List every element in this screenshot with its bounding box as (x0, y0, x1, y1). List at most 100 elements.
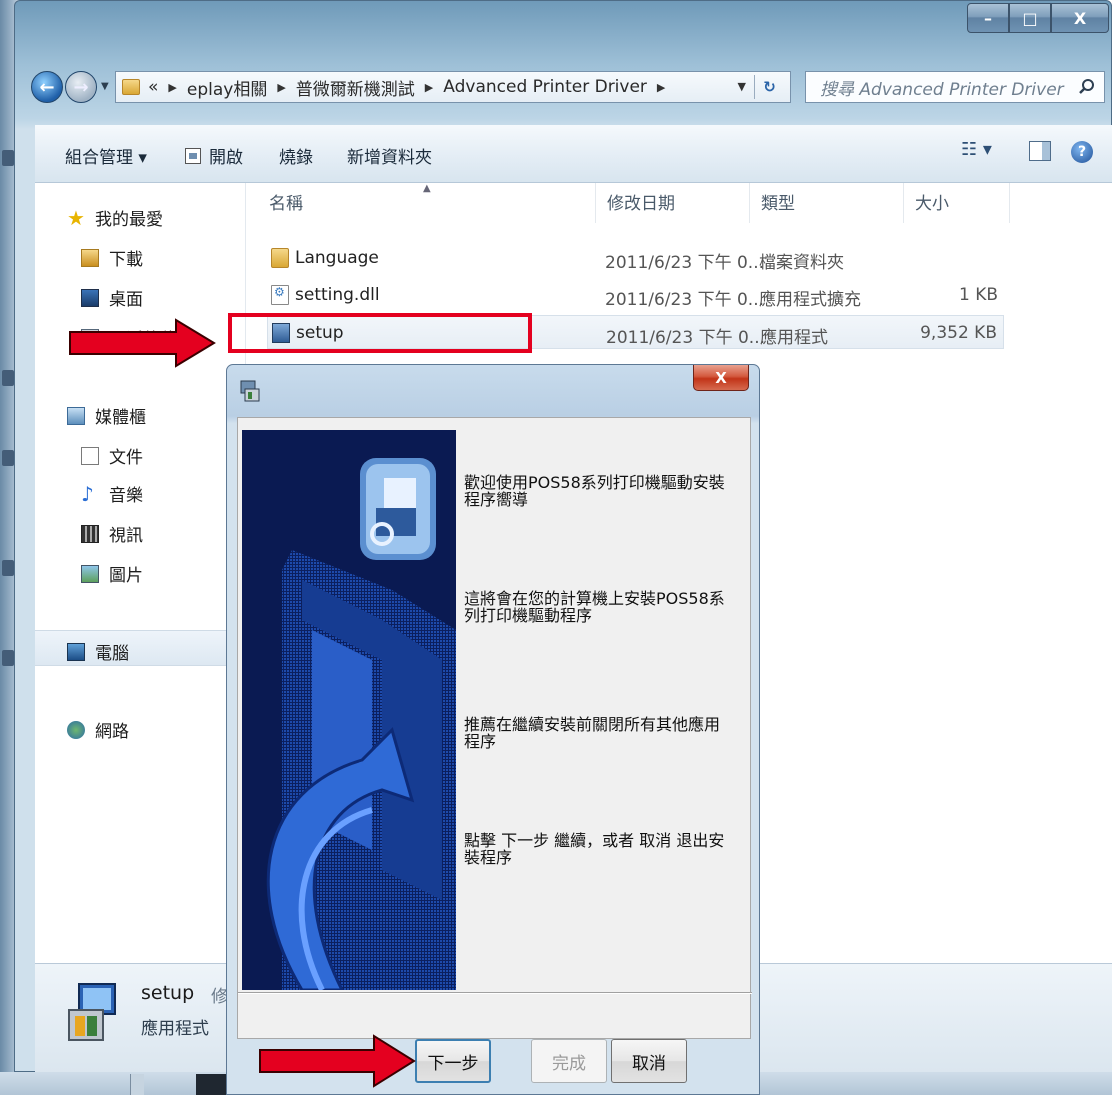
desktop-icon (81, 288, 99, 307)
desktop-icon-fragment (2, 560, 14, 576)
setup-banner-image (242, 430, 456, 990)
nav-item-libraries[interactable]: 媒體櫃 (67, 403, 146, 428)
column-header-modified[interactable]: 修改日期 (607, 189, 675, 214)
nav-item-downloads[interactable]: 下載 (81, 245, 143, 270)
breadcrumb-advanced-printer-driver[interactable]: Advanced Printer Driver (443, 77, 647, 97)
maximize-button[interactable]: □ (1009, 3, 1051, 33)
chevron-right-icon[interactable]: ▶ (277, 81, 285, 94)
downloads-folder-icon (81, 248, 99, 267)
search-input[interactable]: 搜尋 Advanced Printer Driver (805, 71, 1105, 103)
nav-label: 媒體櫃 (95, 408, 146, 428)
dialog-body: 歡迎使用POS58系列打印機驅動安裝程序嚮導 這將會在您的計算機上安裝POS58… (237, 417, 752, 1039)
libraries-icon (67, 406, 85, 425)
navigation-bar: ← → ▼ « ▶ eplay相關 ▶ 普微爾新機測試 ▶ Advanced P… (31, 67, 1107, 107)
minimize-button[interactable]: – (967, 3, 1009, 33)
nav-label: 視訊 (109, 526, 143, 546)
folder-icon (271, 248, 289, 268)
help-icon[interactable]: ? (1071, 141, 1093, 163)
chevron-down-icon[interactable]: ▼ (738, 80, 746, 93)
nav-item-music[interactable]: ♪ 音樂 (81, 481, 143, 507)
new-folder-button[interactable]: 新增資料夾 (347, 143, 432, 168)
open-button[interactable]: 開啟 (185, 143, 243, 168)
burn-label: 燒錄 (279, 148, 313, 168)
preview-pane-icon[interactable] (1029, 141, 1051, 161)
file-size: 1 KB (958, 285, 998, 305)
nav-label: 電腦 (95, 644, 129, 664)
cancel-button[interactable]: 取消 (611, 1039, 687, 1083)
command-bar: 組合管理 ▾ 開啟 燒錄 新增資料夾 ☷ ▾ ? (35, 125, 1112, 183)
dialog-close-button[interactable]: X (693, 365, 749, 391)
file-type: 應用程式 (760, 328, 828, 348)
window-controls: – □ X (967, 3, 1109, 33)
column-divider[interactable] (595, 183, 596, 223)
recommendation-text: 推薦在繼續安裝前關閉所有其他應用程序 (464, 715, 721, 751)
column-divider[interactable] (903, 183, 904, 223)
arrow-right-icon: → (73, 76, 89, 98)
nav-label: 文件 (109, 448, 143, 468)
search-icon[interactable] (1078, 78, 1096, 96)
burn-button[interactable]: 燒錄 (279, 143, 313, 168)
navigation-pane: ★我的最愛 下載 桌面 最近的位置 媒體櫃 文件 ♪音樂 視訊 圖片 電腦 網路 (35, 183, 245, 963)
column-header-type[interactable]: 類型 (761, 189, 795, 214)
search-placeholder: 搜尋 Advanced Printer Driver (820, 79, 1064, 100)
column-header-name[interactable]: 名稱 (269, 189, 303, 214)
dll-file-icon (271, 285, 289, 305)
nav-item-computer[interactable]: 電腦 (67, 639, 129, 664)
desktop-icon-fragment (2, 370, 14, 386)
nav-item-favorites[interactable]: ★ 我的最愛 (67, 205, 163, 231)
chevron-right-icon[interactable]: ▶ (657, 81, 665, 94)
next-button[interactable]: 下一步 (415, 1039, 491, 1083)
file-modified: 2011/6/23 下午 0... (605, 253, 765, 273)
new-folder-label: 新增資料夾 (347, 148, 432, 168)
file-modified: 2011/6/23 下午 0... (605, 290, 765, 310)
star-icon: ★ (67, 205, 85, 230)
column-divider[interactable] (749, 183, 750, 223)
finish-button[interactable]: 完成 (531, 1039, 607, 1083)
chevron-right-icon[interactable]: ▶ (425, 81, 433, 94)
organize-menu[interactable]: 組合管理 ▾ (65, 143, 147, 168)
close-button[interactable]: X (1051, 3, 1109, 33)
open-label: 開啟 (209, 148, 243, 168)
breadcrumb-overflow[interactable]: « (148, 77, 158, 97)
view-options-button[interactable]: ☷ ▾ (961, 139, 992, 160)
details-file-name: setup (141, 982, 195, 1004)
nav-label: 我的最愛 (95, 210, 163, 230)
organize-label: 組合管理 ▾ (65, 148, 147, 168)
refresh-button[interactable]: ↻ (754, 75, 784, 99)
file-row[interactable]: Language 2011/6/23 下午 0... 檔案資料夾 (267, 241, 1004, 275)
network-icon (67, 720, 85, 739)
nav-label: 圖片 (109, 566, 143, 586)
nav-item-network[interactable]: 網路 (67, 717, 129, 742)
breadcrumb-new-machine-test[interactable]: 普微爾新機測試 (296, 75, 415, 100)
nav-item-pictures[interactable]: 圖片 (81, 561, 143, 586)
breadcrumb-eplay[interactable]: eplay相關 (187, 75, 267, 100)
nav-label: 音樂 (109, 486, 143, 506)
highlight-box (228, 313, 532, 353)
nav-item-documents[interactable]: 文件 (81, 443, 143, 468)
arrow-left-icon: ← (39, 76, 55, 98)
red-arrow-icon (69, 318, 216, 368)
installer-icon (68, 983, 116, 1041)
install-description-text: 這將會在您的計算機上安裝POS58系列打印機驅動程序 (464, 589, 725, 625)
recent-pages-dropdown[interactable]: ▼ (101, 81, 109, 92)
file-size: 9,352 KB (920, 323, 997, 343)
installer-app-icon (240, 380, 260, 402)
nav-item-videos[interactable]: 視訊 (81, 521, 143, 546)
nav-label: 桌面 (109, 290, 143, 310)
nav-item-desktop[interactable]: 桌面 (81, 285, 143, 310)
back-button[interactable]: ← (31, 71, 63, 103)
column-divider[interactable] (1009, 183, 1010, 223)
welcome-text: 歡迎使用POS58系列打印機驅動安裝程序嚮導 (464, 473, 725, 509)
document-icon (81, 446, 99, 465)
dialog-separator (238, 992, 752, 994)
address-bar[interactable]: « ▶ eplay相關 ▶ 普微爾新機測試 ▶ Advanced Printer… (115, 71, 791, 103)
forward-button[interactable]: → (65, 71, 97, 103)
file-modified: 2011/6/23 下午 0... (606, 328, 766, 348)
file-row[interactable]: setting.dll 2011/6/23 下午 0... 應用程式擴充 1 K… (267, 278, 1004, 312)
desktop-icon-fragment (2, 150, 14, 166)
computer-icon (67, 642, 85, 661)
column-header-size[interactable]: 大小 (915, 189, 949, 214)
taskbar-item[interactable] (196, 1074, 228, 1095)
file-type: 檔案資料夾 (759, 253, 844, 273)
file-type: 應用程式擴充 (759, 290, 861, 310)
